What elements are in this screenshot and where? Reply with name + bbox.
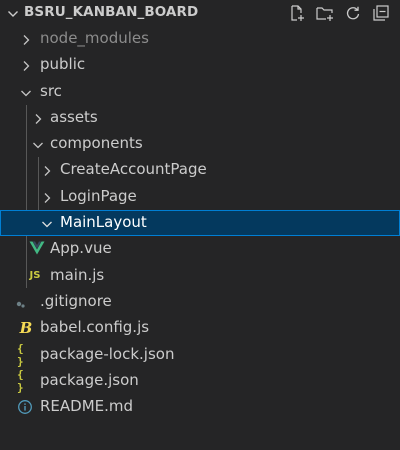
js-icon: JS [29, 270, 41, 282]
tree-item-label: babel.config.js [40, 318, 150, 337]
tree-item-label: node_modules [40, 29, 149, 47]
vue-icon [29, 240, 45, 256]
new-file-icon[interactable] [286, 3, 308, 23]
tree-item-label: App.vue [50, 239, 112, 258]
chevron-right-icon[interactable] [19, 32, 33, 46]
chevron-down-icon[interactable] [19, 85, 33, 99]
tree-item-label: components [50, 134, 143, 153]
git-icon [14, 294, 30, 310]
chevron-right-icon[interactable] [19, 58, 33, 72]
chevron-down-icon[interactable] [31, 137, 45, 151]
tree-item-babel-config[interactable]: B babel.config.js [0, 315, 400, 341]
tree-item-label: README.md [40, 397, 134, 416]
tree-item-src[interactable]: src [0, 79, 400, 105]
info-icon [17, 399, 33, 415]
tree-item-public[interactable]: public [0, 52, 400, 78]
tree-item-label: CreateAccountPage [60, 160, 207, 179]
chevron-down-icon[interactable] [40, 216, 54, 230]
refresh-icon[interactable] [342, 3, 364, 23]
tree-item-label: package-lock.json [40, 344, 175, 363]
chevron-right-icon[interactable] [31, 111, 45, 125]
tree-item-main-layout[interactable]: MainLayout [0, 210, 400, 237]
babel-icon: B [19, 319, 33, 338]
tree-item-package-lock-json[interactable]: { } package-lock.json [0, 342, 400, 368]
tree-item-label: .gitignore [40, 291, 112, 310]
explorer-header[interactable]: BSRU_KANBAN_BOARD [0, 0, 400, 26]
file-tree: node_modules public src assets component… [0, 26, 400, 420]
chevron-down-icon[interactable] [6, 6, 20, 20]
explorer-actions [286, 3, 392, 23]
tree-item-components[interactable]: components [0, 131, 400, 157]
tree-item-label: assets [50, 107, 98, 126]
tree-item-label: MainLayout [60, 213, 147, 232]
tree-item-login-page[interactable]: LoginPage [0, 184, 400, 210]
tree-item-node-modules[interactable]: node_modules [0, 26, 400, 52]
tree-item-label: src [40, 81, 62, 100]
new-folder-icon[interactable] [314, 3, 336, 23]
chevron-right-icon[interactable] [40, 190, 54, 204]
tree-item-gitignore[interactable]: .gitignore [0, 289, 400, 315]
chevron-right-icon[interactable] [40, 163, 54, 177]
tree-item-label: main.js [50, 265, 105, 284]
tree-item-readme[interactable]: README.md [0, 394, 400, 420]
workspace-title[interactable]: BSRU_KANBAN_BOARD [24, 4, 198, 20]
tree-item-main-js[interactable]: JS main.js [0, 263, 400, 289]
tree-item-create-account-page[interactable]: CreateAccountPage [0, 157, 400, 183]
json-icon: { } [17, 341, 24, 368]
file-explorer: BSRU_KANBAN_BOARD node_modules public sr… [0, 0, 400, 450]
tree-item-package-json[interactable]: { } package.json [0, 368, 400, 394]
tree-item-label: package.json [40, 370, 139, 389]
tree-item-label: public [40, 55, 86, 74]
collapse-all-icon[interactable] [370, 3, 392, 23]
tree-item-assets[interactable]: assets [0, 105, 400, 131]
json-icon: { } [17, 367, 24, 394]
tree-item-app-vue[interactable]: App.vue [0, 236, 400, 262]
tree-item-label: LoginPage [60, 186, 137, 205]
